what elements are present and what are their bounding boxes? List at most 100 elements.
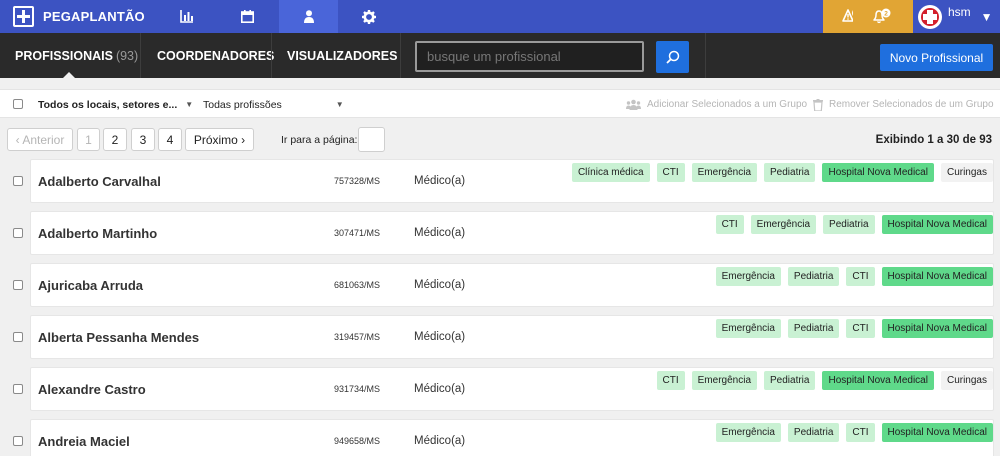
tag-badge: Emergência	[691, 163, 757, 182]
tag-badge: Emergência	[715, 319, 781, 338]
professional-crm: 949658/MS	[334, 436, 381, 446]
tab-count: (93)	[115, 48, 139, 63]
tag-badge: Clínica médica	[571, 163, 650, 182]
tab-label: PROFISSIONAIS	[15, 48, 113, 63]
tag-list: Emergência Pediatria CTI Hospital Nova Medi…	[715, 267, 993, 286]
chart-icon	[179, 10, 193, 23]
nav-reports[interactable]	[157, 0, 216, 33]
tag-list: Clínica médica CTI Emergência Pediatria Hosp…	[571, 163, 993, 182]
professional-role: Médico(a)	[414, 383, 466, 395]
list-item[interactable]: Andreia Maciel 949658/MS Médico(a) Emergênc…	[0, 419, 1000, 456]
nav-settings[interactable]	[339, 0, 398, 33]
tab-label: VISUALIZADORES	[287, 48, 398, 63]
app-name: PEGAPLANTÃO	[43, 9, 145, 24]
nav-professionals[interactable]	[279, 0, 338, 33]
tag-badge: Emergência	[691, 371, 757, 390]
filter-bar: Todos os locais, setores e... ▼ Todas pr…	[0, 89, 1000, 118]
tag-badge: Hospital Nova Medical	[822, 371, 934, 390]
avatar	[918, 4, 942, 29]
row-checkbox[interactable]	[13, 176, 23, 186]
row-checkbox[interactable]	[13, 384, 23, 394]
tag-badge: Hospital Nova Medical	[822, 163, 934, 182]
professional-name[interactable]: Adalberto Carvalhal	[38, 159, 161, 203]
tag-badge: Curingas	[940, 371, 993, 390]
previous-page-button[interactable]: ‹ Anterior	[7, 128, 73, 151]
results-count: Exibindo 1 a 30 de 93	[875, 133, 992, 146]
professional-role: Médico(a)	[414, 175, 466, 187]
app-logo[interactable]: PEGAPLANTÃO	[13, 6, 145, 27]
tag-list: CTI Emergência Pediatria Hospital Nova Medi…	[656, 371, 993, 390]
tag-list: Emergência Pediatria CTI Hospital Nova Medi…	[715, 319, 993, 338]
list-item[interactable]: Alexandre Castro 931734/MS Médico(a) CTI Eme…	[0, 367, 1000, 411]
list-item[interactable]: Alberta Pessanha Mendes 319457/MS Médico(a…	[0, 315, 1000, 359]
tag-badge: Emergência	[715, 423, 781, 442]
location-filter[interactable]: Todos os locais, setores e... ▼	[38, 90, 193, 119]
nav-calendar[interactable]	[218, 0, 277, 33]
list-item[interactable]: Ajuricaba Arruda 681063/MS Médico(a) Emergê…	[0, 263, 1000, 307]
user-icon	[303, 10, 314, 23]
row-checkbox[interactable]	[13, 280, 23, 290]
search-button[interactable]	[656, 41, 689, 73]
tag-badge: Hospital Nova Medical	[881, 423, 993, 442]
tag-badge: CTI	[846, 319, 875, 338]
professional-name[interactable]: Andreia Maciel	[38, 419, 130, 456]
professional-role: Médico(a)	[414, 435, 466, 447]
select-all-checkbox[interactable]	[13, 99, 23, 109]
professional-crm: 319457/MS	[334, 332, 381, 342]
tab-professionals[interactable]: PROFISSIONAIS (93)	[15, 33, 138, 78]
new-professional-button[interactable]: Novo Profissional	[880, 44, 993, 71]
notifications-button[interactable]: 2	[853, 0, 913, 33]
remove-from-group-label: Remover Selecionados de um Grupo	[829, 99, 994, 110]
page-button[interactable]: 4	[158, 128, 182, 151]
add-to-group-button[interactable]: Adicionar Selecionados a um Grupo	[626, 90, 807, 119]
professional-name[interactable]: Adalberto Martinho	[38, 211, 157, 255]
professional-name[interactable]: Alberta Pessanha Mendes	[38, 315, 199, 359]
professional-role: Médico(a)	[414, 331, 466, 343]
row-checkbox[interactable]	[13, 332, 23, 342]
row-checkbox[interactable]	[13, 228, 23, 238]
user-name: hsm	[948, 4, 971, 19]
next-page-button[interactable]: Próximo ›	[185, 128, 254, 151]
professional-crm: 681063/MS	[334, 280, 381, 290]
remove-from-group-button[interactable]: Remover Selecionados de um Grupo	[813, 90, 994, 119]
tag-list: CTI Emergência Pediatria Hospital Nova Medi…	[715, 215, 993, 234]
tab-coordinators[interactable]: COORDENADORES	[157, 33, 274, 78]
user-menu[interactable]: hsm ▼	[913, 0, 993, 33]
caret-down-icon: ▼	[185, 100, 194, 109]
page-button[interactable]: 3	[131, 128, 155, 151]
tag-badge: CTI	[846, 267, 875, 286]
tab-viewers[interactable]: VISUALIZADORES	[287, 33, 397, 78]
top-bar: PEGAPLANTÃO 2 hsm ▼	[0, 0, 1000, 33]
page-button[interactable]: 2	[103, 128, 127, 151]
page-button[interactable]: 1	[77, 128, 100, 151]
bell-icon: 2	[873, 8, 891, 23]
tag-badge: Emergência	[715, 267, 781, 286]
notifications-badge: 2	[884, 10, 888, 17]
caret-down-icon: ▼	[335, 100, 344, 109]
professional-name[interactable]: Alexandre Castro	[38, 367, 146, 411]
calendar-icon	[241, 10, 254, 23]
goto-page-input[interactable]	[358, 127, 385, 152]
professional-crm: 757328/MS	[334, 176, 381, 186]
add-to-group-label: Adicionar Selecionados a um Grupo	[647, 99, 808, 110]
tag-badge: Pediatria	[787, 423, 840, 442]
tag-badge: Hospital Nova Medical	[881, 267, 993, 286]
list-item[interactable]: Adalberto Carvalhal 757328/MS Médico(a) Clí…	[0, 159, 1000, 203]
tag-badge: Pediatria	[764, 371, 816, 390]
tag-badge: Curingas	[940, 163, 993, 182]
gear-icon	[361, 9, 376, 24]
list-item[interactable]: Adalberto Martinho 307471/MS Médico(a) CTI E…	[0, 211, 1000, 255]
tag-badge: CTI	[656, 163, 685, 182]
professional-role: Médico(a)	[414, 227, 466, 239]
tag-badge: Hospital Nova Medical	[881, 215, 993, 234]
row-checkbox[interactable]	[13, 436, 23, 446]
professional-crm: 931734/MS	[334, 384, 381, 394]
location-filter-value: Todos os locais, setores e...	[38, 98, 178, 111]
tag-badge: CTI	[846, 423, 875, 442]
professional-name[interactable]: Ajuricaba Arruda	[38, 263, 143, 307]
professional-crm: 307471/MS	[334, 228, 381, 238]
tab-label: COORDENADORES	[157, 48, 275, 63]
tag-badge: Pediatria	[787, 319, 840, 338]
search-input[interactable]	[415, 41, 644, 72]
profession-filter[interactable]: Todas profissões ▼	[203, 90, 344, 119]
